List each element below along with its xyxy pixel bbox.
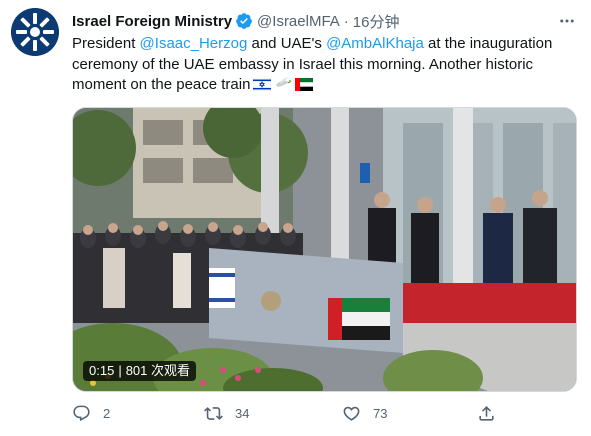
share-icon xyxy=(479,405,494,421)
more-options-icon[interactable] xyxy=(557,11,577,31)
ministry-emblem-icon xyxy=(11,8,59,56)
mention-link-ambalkhaja[interactable]: @AmbAlKhaja xyxy=(326,35,424,52)
tweet-header: Israel Foreign Ministry @IsraelMFA · 16分… xyxy=(72,11,577,31)
separator-dot: · xyxy=(343,12,349,30)
tweet-text-line-2: ceremony of the UAE embassy in Israel th… xyxy=(72,55,534,73)
israel-flag-icon xyxy=(253,77,272,98)
verified-badge-icon xyxy=(235,12,253,30)
text-segment: President xyxy=(72,35,140,52)
text-segment: moment on the peace train xyxy=(72,76,251,93)
reply-button[interactable]: 2 xyxy=(72,400,110,426)
video-duration: 0:15 xyxy=(89,363,115,378)
mention-link-herzog[interactable]: @Isaac_Herzog xyxy=(140,35,248,52)
tweet-action-bar: 2 34 73 xyxy=(72,400,502,426)
share-button[interactable] xyxy=(477,400,496,426)
video-view-count: 801 次观看 xyxy=(125,363,191,378)
tweet-text-line-1: President @Isaac_Herzog and UAE's @AmbAl… xyxy=(72,34,572,55)
heart-icon xyxy=(343,406,360,421)
author-name[interactable]: Israel Foreign Ministry xyxy=(72,13,232,30)
retweet-button[interactable]: 34 xyxy=(204,400,249,426)
badge-separator: | xyxy=(118,363,122,378)
tweet[interactable]: Israel Foreign Ministry @IsraelMFA · 16分… xyxy=(0,0,591,436)
tweet-timestamp[interactable]: 16分钟 xyxy=(353,11,400,32)
uae-flag-icon xyxy=(295,77,314,98)
author-handle[interactable]: @IsraelMFA xyxy=(257,13,340,30)
video-player[interactable]: 0:15 | 801 次观看 xyxy=(72,107,577,392)
text-segment: and UAE's xyxy=(247,35,327,52)
tweet-text-line-3: moment on the peace train xyxy=(72,75,572,98)
reply-icon xyxy=(73,405,90,421)
retweet-icon xyxy=(204,406,223,420)
video-duration-badge: 0:15 | 801 次观看 xyxy=(83,361,197,381)
tweet-text: President @Isaac_Herzog and UAE's @AmbAl… xyxy=(72,34,572,98)
reply-count: 2 xyxy=(103,405,111,421)
retweet-count: 34 xyxy=(235,405,250,421)
dove-olive-branch-icon xyxy=(274,75,292,98)
author-avatar[interactable] xyxy=(11,8,59,56)
text-segment: at the inauguration xyxy=(423,35,553,52)
like-count: 73 xyxy=(373,405,388,421)
like-button[interactable]: 73 xyxy=(342,400,387,426)
video-frame xyxy=(73,108,576,391)
